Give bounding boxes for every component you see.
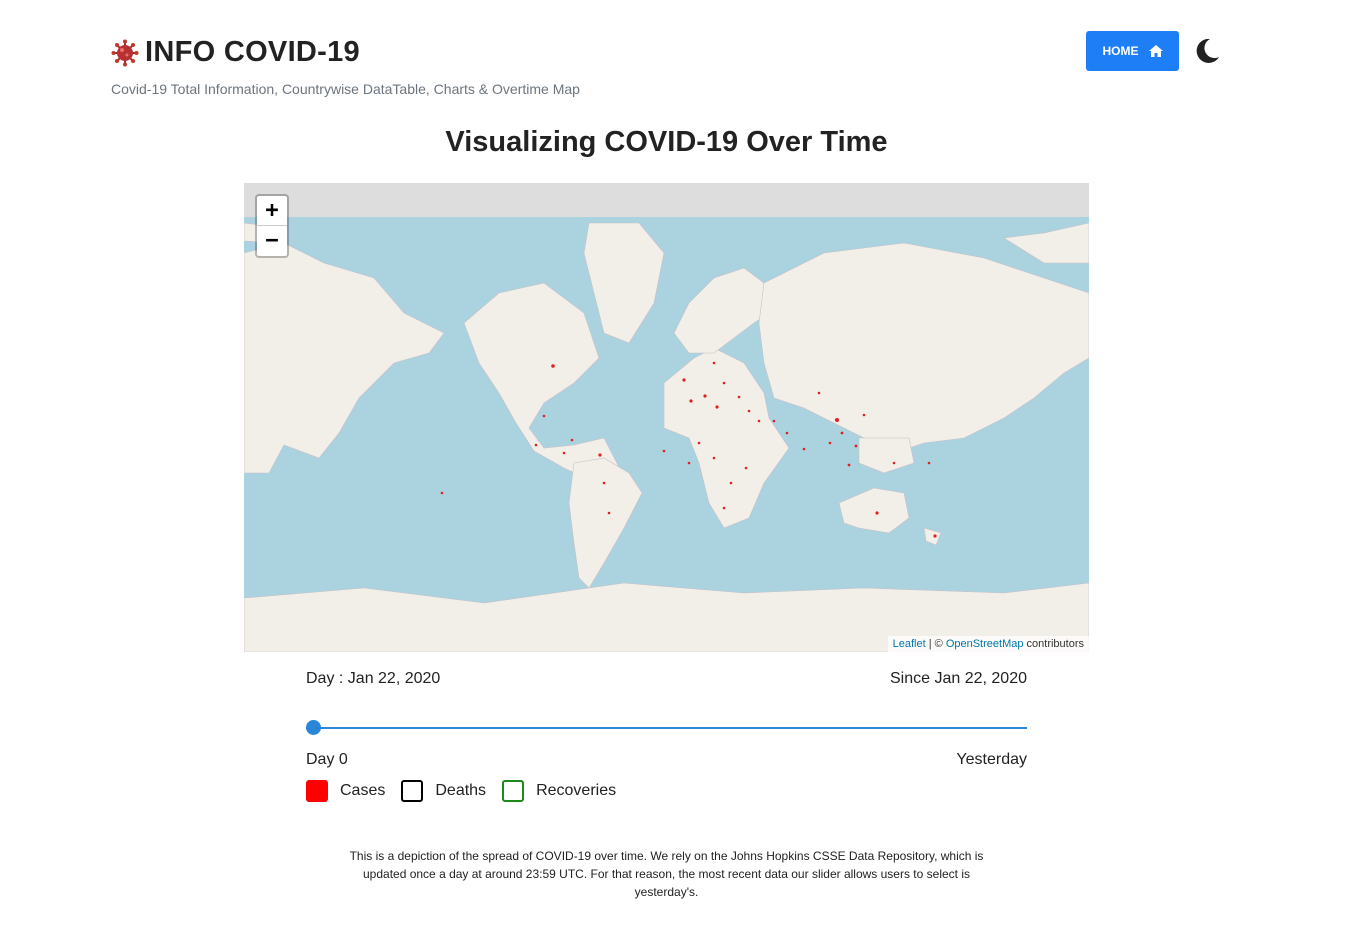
recoveries-checkbox[interactable]	[502, 780, 525, 802]
cases-label[interactable]: Cases	[340, 782, 385, 800]
covid-map[interactable]: + − Leaflet | © OpenStreetMap contributo…	[244, 183, 1089, 652]
day-slider[interactable]	[306, 720, 1027, 736]
attribution-suffix: contributors	[1023, 638, 1084, 650]
zoom-out-button[interactable]: −	[257, 226, 287, 255]
recoveries-label[interactable]: Recoveries	[536, 782, 616, 800]
home-button-label: HOME	[1102, 44, 1139, 58]
site-title[interactable]: INFO COVID-19	[145, 36, 360, 69]
brand[interactable]: INFO COVID-19	[111, 36, 580, 69]
site-subtitle: Covid-19 Total Information, Countrywise …	[111, 81, 580, 97]
map-attribution: Leaflet | © OpenStreetMap contributors	[887, 636, 1089, 652]
slider-min-label: Day 0	[306, 751, 348, 768]
deaths-label[interactable]: Deaths	[435, 782, 486, 800]
slider-thumb[interactable]	[306, 720, 321, 735]
home-icon	[1148, 45, 1163, 57]
home-button[interactable]: HOME	[1086, 31, 1179, 71]
zoom-control: + −	[255, 194, 289, 258]
page-title: Visualizing COVID-19 Over Time	[445, 126, 888, 158]
attribution-separator: | ©	[925, 638, 946, 650]
since-date-label: Since Jan 22, 2020	[890, 670, 1027, 687]
openstreetmap-link[interactable]: OpenStreetMap	[946, 638, 1024, 650]
slider-track[interactable]	[306, 727, 1027, 729]
moon-icon[interactable]	[1193, 37, 1221, 65]
data-source-note: This is a depiction of the spread of COV…	[349, 849, 984, 899]
world-map-tiles[interactable]	[244, 183, 1089, 652]
leaflet-link[interactable]: Leaflet	[893, 638, 926, 650]
cases-checkbox[interactable]	[306, 780, 328, 802]
slider-max-label: Yesterday	[956, 751, 1027, 768]
layer-legend: Cases Deaths Recoveries	[306, 780, 632, 802]
virus-icon	[111, 39, 139, 66]
current-day-label: Day : Jan 22, 2020	[306, 670, 441, 687]
zoom-in-button[interactable]: +	[257, 196, 287, 226]
site-header: INFO COVID-19 Covid-19 Total Information…	[111, 36, 580, 97]
deaths-checkbox[interactable]	[401, 780, 424, 802]
